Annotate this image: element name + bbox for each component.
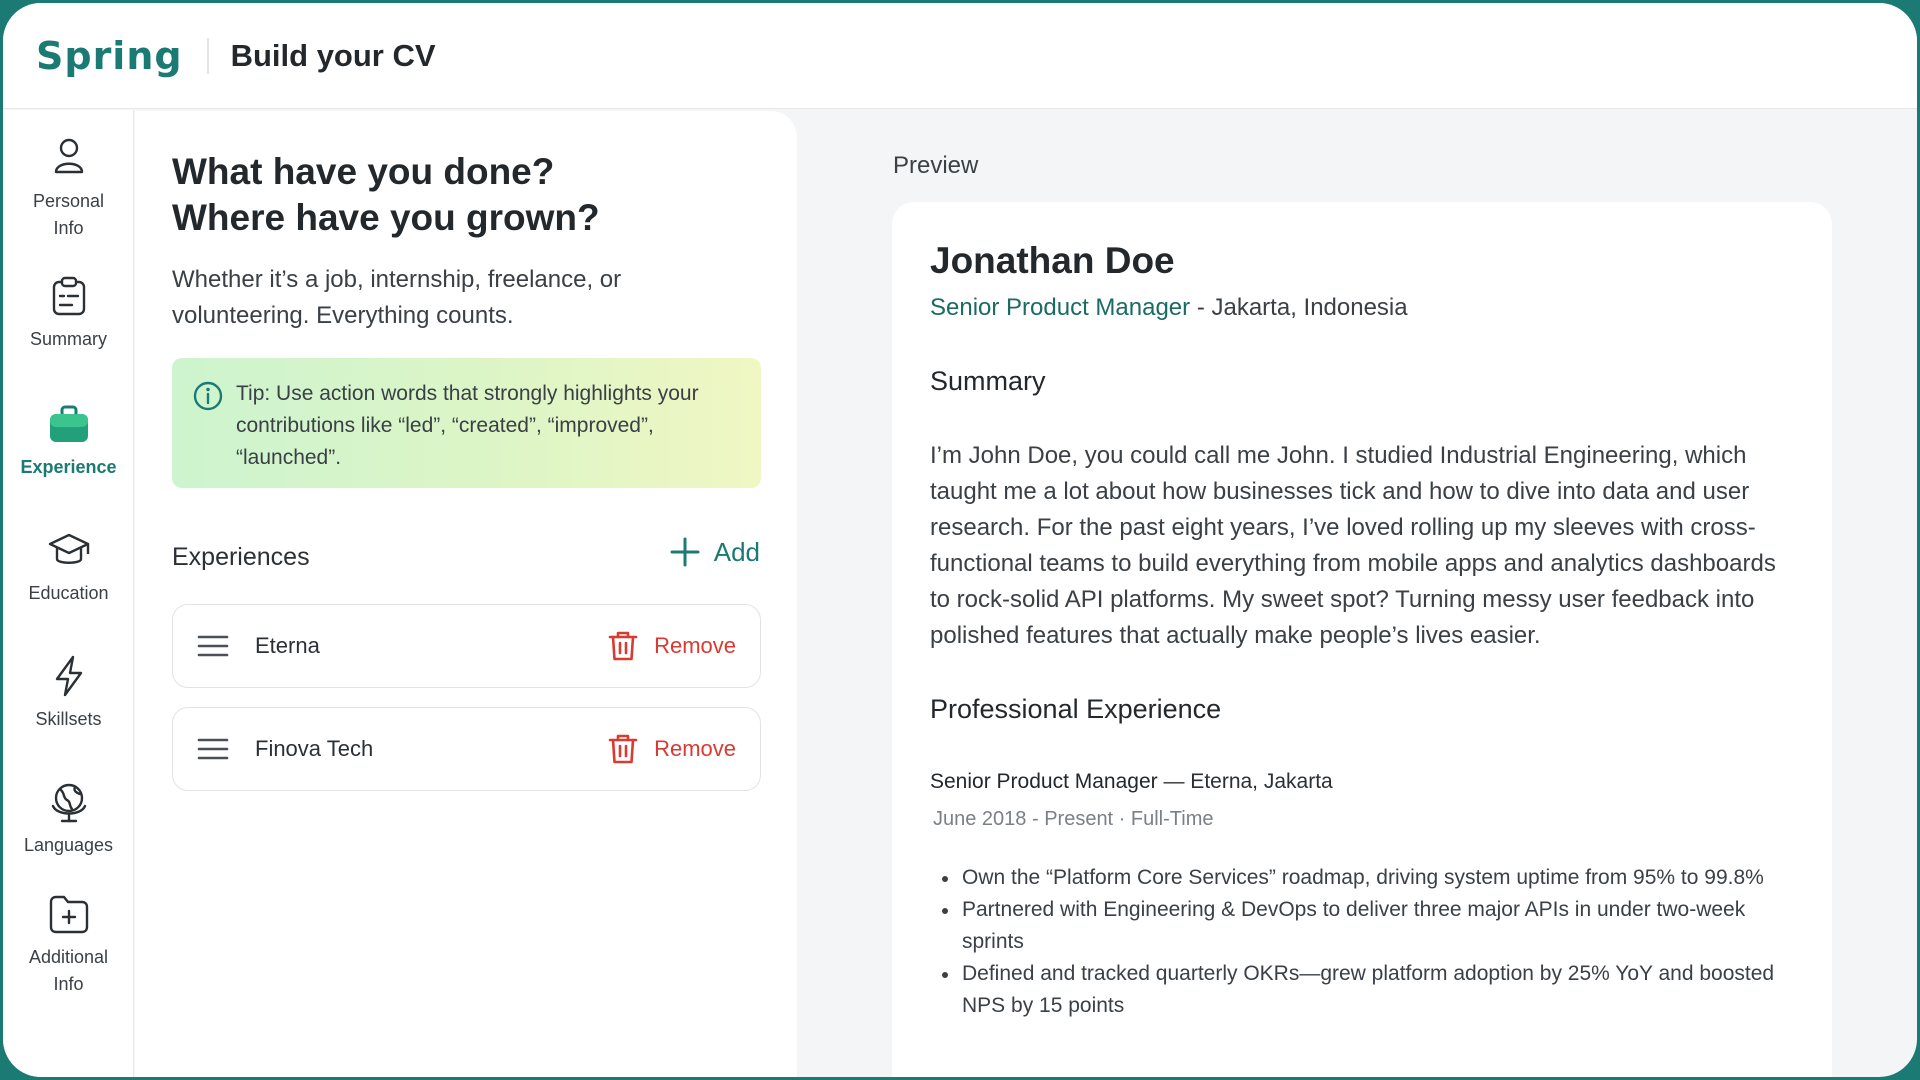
section-description: Whether it’s a job, internship, freelanc… (172, 266, 622, 329)
section-heading: What have you done? Where have you grown… (172, 151, 600, 238)
user-icon (54, 138, 83, 174)
sidebar-item-additional-info[interactable]: Additional Info (3, 892, 134, 998)
trash-icon (608, 631, 638, 661)
globe-icon (51, 783, 86, 823)
tip-text: Tip: Use action words that strongly high… (236, 382, 699, 469)
cv-job-bullets: Own the “Platform Core Services” roadmap… (930, 862, 1800, 1022)
remove-experience-button[interactable]: Remove (608, 733, 736, 765)
remove-label: Remove (654, 633, 736, 658)
cv-role: Senior Product Manager (930, 294, 1191, 321)
sidebar-item-skillsets[interactable]: Skillsets (3, 654, 134, 733)
sidebar-item-experience[interactable]: Experience (3, 402, 134, 481)
cv-preview-card: Jonathan Doe Senior Product Manager - Ja… (892, 202, 1832, 1077)
sidebar-item-label: Education (28, 583, 109, 603)
drag-handle-icon[interactable] (197, 634, 229, 658)
trash-icon (608, 734, 638, 764)
briefcase-icon (49, 405, 88, 442)
cv-headline: Senior Product Manager - Jakarta, Indone… (930, 294, 1408, 322)
list-item: Partnered with Engineering & DevOps to d… (930, 894, 1800, 958)
sidebar-item-personal-info[interactable]: Personal Info (3, 134, 134, 242)
sidebar-item-label: Skillsets (35, 709, 102, 729)
remove-label: Remove (654, 736, 736, 761)
list-item: Own the “Platform Core Services” roadmap… (930, 862, 1800, 894)
lightning-icon (55, 655, 82, 697)
page-title: Build your CV (230, 37, 436, 73)
graduation-cap-icon (48, 533, 89, 564)
cv-job-title: Senior Product Manager (930, 770, 1158, 793)
drag-handle-icon[interactable] (197, 737, 229, 761)
experience-name: Finova Tech (255, 736, 374, 761)
clipboard-icon (52, 276, 85, 316)
sidebar-item-education[interactable]: Education (3, 528, 134, 607)
sidebar-item-label: Summary (29, 329, 107, 349)
preview-label: Preview (893, 152, 979, 179)
add-experience-button[interactable]: Add (668, 535, 760, 569)
sidebar-item-label: Personal Info (32, 191, 105, 238)
cv-summary-text: I’m John Doe, you could call me John. I … (930, 442, 1776, 649)
tip-banner: Tip: Use action words that strongly high… (172, 358, 761, 488)
experience-name: Eterna (255, 633, 320, 658)
cv-experience-heading: Professional Experience (930, 694, 1222, 724)
experience-item[interactable]: Eterna Remove (172, 604, 761, 688)
sidebar-item-languages[interactable]: Languages (3, 780, 134, 859)
cv-job-header: Senior Product Manager — Eterna, Jakarta (930, 770, 1333, 794)
sidebar-nav: Personal Info Summary Experience Educati… (3, 110, 134, 1077)
sidebar-item-label: Languages (23, 835, 114, 855)
folder-plus-icon (49, 895, 88, 934)
plus-icon (670, 537, 700, 567)
sidebar-item-summary[interactable]: Summary (3, 274, 134, 353)
sidebar-item-label: Additional Info (28, 947, 109, 994)
experiences-label: Experiences (172, 543, 310, 571)
remove-experience-button[interactable]: Remove (608, 630, 736, 662)
sidebar-item-label: Experience (20, 457, 117, 477)
add-label: Add (713, 536, 760, 567)
header-divider (206, 37, 209, 74)
cv-location: - Jakarta, Indonesia (1190, 294, 1408, 321)
cv-job-company: — Eterna, Jakarta (1157, 770, 1333, 793)
cv-job-dates: June 2018 - Present · Full-Time (933, 808, 1214, 830)
cv-summary-heading: Summary (930, 366, 1046, 396)
top-header: Spring Build your CV (3, 3, 1917, 109)
experience-item[interactable]: Finova Tech Remove (172, 707, 761, 791)
cv-name: Jonathan Doe (930, 240, 1175, 281)
experience-form-panel: What have you done? Where have you grown… (135, 111, 797, 1077)
list-item: Defined and tracked quarterly OKRs—grew … (930, 958, 1800, 1022)
spring-logo[interactable]: Spring (36, 34, 183, 78)
info-icon (193, 381, 223, 411)
app-window: Spring Build your CV Personal Info Summa… (3, 3, 1917, 1077)
